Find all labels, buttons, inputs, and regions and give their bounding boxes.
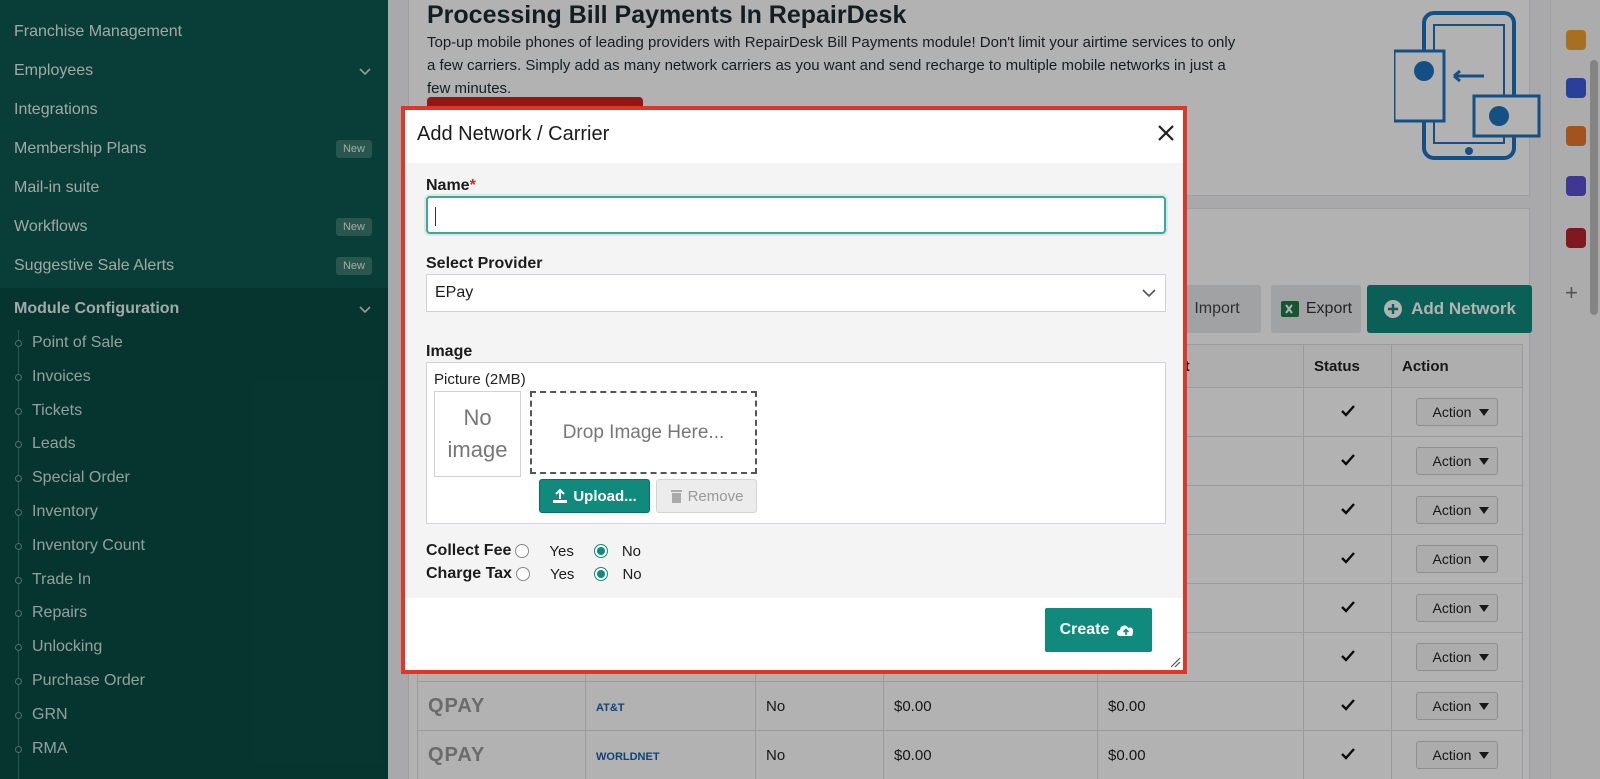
no-label: No — [621, 542, 642, 560]
collect-fee-yes-radio[interactable] — [515, 544, 530, 558]
no-label: No — [622, 565, 642, 583]
name-label: Name* — [426, 177, 476, 195]
provider-label: Select Provider — [426, 255, 543, 272]
chevron-down-icon — [1142, 289, 1156, 298]
upload-icon — [553, 488, 568, 503]
remove-button[interactable]: Remove — [656, 479, 757, 513]
remove-label: Remove — [687, 487, 744, 505]
name-label-text: Name — [426, 177, 470, 194]
text-cursor — [435, 207, 436, 226]
cloud-upload-icon — [1117, 625, 1134, 636]
modal-body: Name* Select Provider EPay Image Picture… — [405, 163, 1183, 598]
resize-handle-icon[interactable] — [1169, 656, 1181, 668]
add-network-modal: Add Network / Carrier Name* Select Provi… — [401, 106, 1187, 674]
close-icon[interactable] — [1155, 122, 1177, 144]
charge-tax-label: Charge Tax — [426, 565, 512, 582]
charge-tax-group: Charge Tax Yes No — [426, 563, 662, 585]
collect-fee-group: Collect Fee Yes No — [426, 540, 661, 562]
image-preview: No image — [434, 391, 521, 477]
name-input[interactable] — [426, 196, 1166, 234]
upload-button[interactable]: Upload... — [539, 479, 650, 513]
image-uploader: Picture (2MB) No image Drop Image Here..… — [426, 362, 1166, 524]
drop-zone-text: Drop Image Here... — [562, 421, 725, 443]
modal-header: Add Network / Carrier — [405, 110, 1183, 163]
create-label: Create — [1059, 621, 1110, 638]
charge-tax-no-radio[interactable] — [594, 567, 609, 581]
picture-label: Picture (2MB) — [434, 371, 526, 388]
image-label: Image — [426, 343, 473, 360]
drop-zone[interactable]: Drop Image Here... — [530, 391, 757, 474]
modal-footer: Create — [405, 598, 1183, 670]
trash-icon — [670, 489, 682, 503]
yes-label: Yes — [549, 542, 574, 560]
create-button[interactable]: Create — [1045, 608, 1152, 652]
collect-fee-no-radio[interactable] — [593, 544, 608, 558]
modal-title: Add Network / Carrier — [417, 123, 610, 145]
provider-select[interactable]: EPay — [426, 274, 1166, 312]
yes-label: Yes — [549, 565, 575, 583]
required-marker: * — [469, 177, 476, 194]
collect-fee-label: Collect Fee — [426, 542, 512, 559]
upload-label: Upload... — [573, 487, 637, 505]
charge-tax-yes-radio[interactable] — [515, 567, 530, 581]
provider-select-value: EPay — [435, 284, 474, 301]
